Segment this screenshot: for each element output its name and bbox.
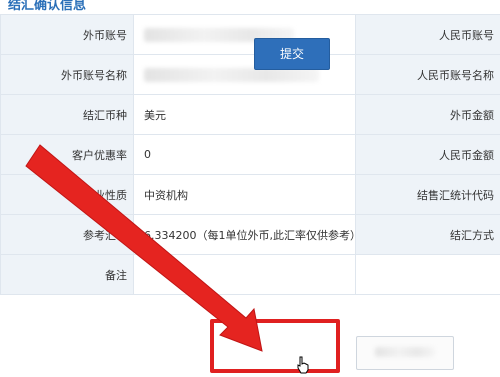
field-label: 外币账号名称 [0, 54, 134, 95]
table-row: 结汇币种 美元 外币金额 [0, 94, 500, 135]
section-title: 结汇确认信息 [8, 0, 87, 13]
enterprise-type-value: 中资机构 [133, 174, 356, 215]
section-title-bar: 结汇确认信息 [0, 0, 500, 14]
field-label: 外币账号 [0, 14, 134, 55]
reference-rate-value: 6.334200（每1单位外币,此汇率仅供参考） [133, 214, 356, 255]
field-label: 企业性质 [0, 174, 134, 215]
field-label: 参考汇率 [0, 214, 134, 255]
table-row: 客户优惠率 0 人民币金额 [0, 134, 500, 175]
table-row: 外币账号名称 人民币账号名称 [0, 54, 500, 95]
field-label: 结汇币种 [0, 94, 134, 135]
table-row: 外币账号 人民币账号 [0, 14, 500, 55]
table-row: 企业性质 中资机构 结售汇统计代码 [0, 174, 500, 215]
field-label: 人民币账号 [355, 14, 500, 55]
field-label: 人民币金额 [355, 134, 500, 175]
remarks-field[interactable] [133, 254, 356, 295]
field-label: 人民币账号名称 [355, 54, 500, 95]
cancel-button[interactable] [356, 336, 454, 370]
table-row: 参考汇率 6.334200（每1单位外币,此汇率仅供参考） 结汇方式 [0, 214, 500, 255]
empty-cell [355, 254, 500, 295]
discount-rate-value: 0 [133, 134, 356, 175]
currency-value: 美元 [133, 94, 356, 135]
field-label: 客户优惠率 [0, 134, 134, 175]
blurred-label [375, 347, 435, 357]
field-label: 备注 [0, 254, 134, 295]
submit-button[interactable]: 提交 [254, 38, 330, 70]
field-label: 结汇方式 [355, 214, 500, 255]
confirm-form-table: 外币账号 人民币账号 外币账号名称 人民币账号名称 结汇币种 美元 外币金额 客… [0, 14, 500, 295]
hand-cursor-icon [297, 356, 309, 374]
table-row: 备注 [0, 254, 500, 295]
field-label: 结售汇统计代码 [355, 174, 500, 215]
field-label: 外币金额 [355, 94, 500, 135]
